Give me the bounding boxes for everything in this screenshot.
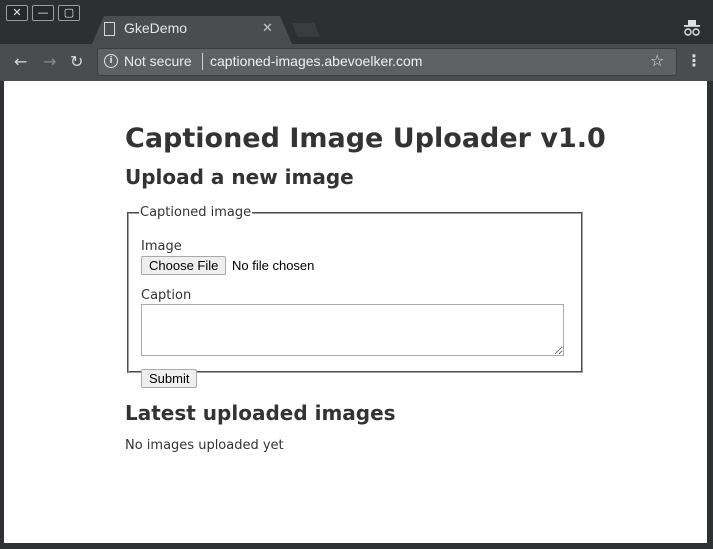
empty-images-message: No images uploaded yet [125,438,284,453]
reload-button[interactable]: ↻ [70,52,83,71]
url-text[interactable]: captioned-images.abevoelker.com [210,53,422,69]
page-title: Captioned Image Uploader v1.0 [125,123,606,154]
info-icon[interactable]: i [104,54,118,68]
window-minimize-button[interactable]: — [32,5,54,21]
page-viewport: Captioned Image Uploader v1.0 Upload a n… [4,81,707,543]
form-legend: Captioned image [140,205,252,220]
browser-window: ✕ — ▢ GkeDemo ✕ ← → ↻ i Not secure capti… [0,0,713,549]
choose-file-button[interactable]: Choose File [141,256,227,275]
submit-button[interactable]: Submit [141,369,198,388]
tab-title: GkeDemo [124,20,188,36]
browser-menu-icon[interactable]: ⋮ [686,51,702,70]
file-status: No file chosen [232,258,315,273]
tab-close-icon[interactable]: ✕ [262,21,273,36]
image-label: Image [141,239,182,254]
incognito-icon [684,20,700,36]
document-icon [104,22,115,36]
upload-heading: Upload a new image [125,165,354,189]
upload-form: Captioned image Image Choose File No fil… [127,205,583,388]
window-maximize-button[interactable]: ▢ [58,5,80,21]
forward-button[interactable]: → [43,52,56,71]
caption-input[interactable] [141,304,564,356]
address-separator [202,53,203,70]
back-button[interactable]: ← [14,52,27,71]
latest-images-heading: Latest uploaded images [125,401,396,425]
security-status[interactable]: Not secure [124,53,192,69]
bookmark-star-icon[interactable]: ☆ [650,51,664,70]
caption-label: Caption [141,288,192,303]
window-close-button[interactable]: ✕ [6,5,28,21]
